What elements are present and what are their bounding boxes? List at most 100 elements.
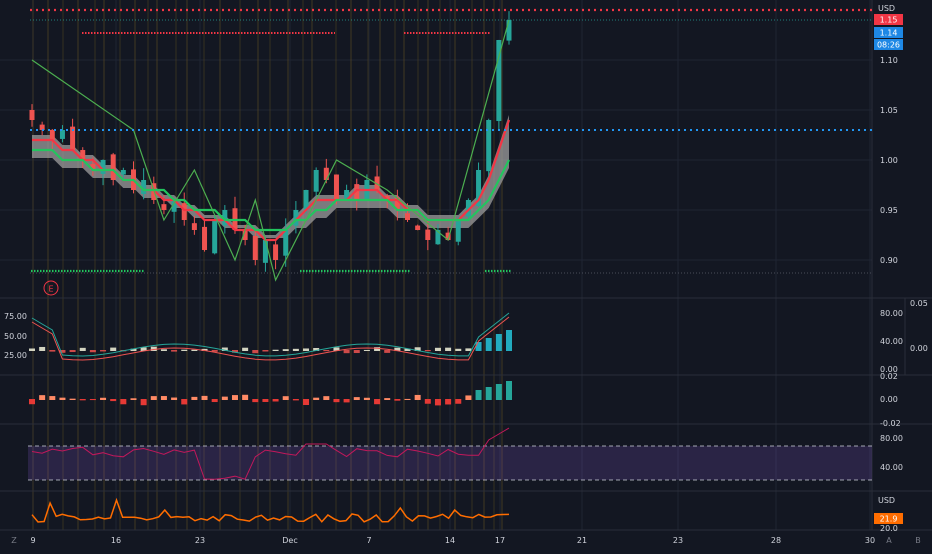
macd-bar-45 [485,387,492,400]
macd-bar-28 [313,397,320,400]
macd-bar-41 [445,399,452,405]
rsi-tick-1: 40.00 [880,463,903,472]
macd-bar-31 [343,399,350,403]
time-tick-3: Dec [282,536,297,545]
time-tick-1: 16 [111,536,121,545]
candle-body-15 [181,203,187,220]
time-tick-10: 30 [865,536,875,545]
time-tick-0: 9 [30,536,35,545]
candle-body-18 [212,220,218,254]
macd-bar-36 [394,399,401,401]
macd-bar-16 [191,396,198,400]
rsi-tick-0: 80.00 [880,434,903,443]
oscillator-bar-6 [89,350,96,353]
oscillator-bar-4 [69,350,76,353]
candle-body-37 [405,213,411,220]
oscillator-bar-23 [262,350,269,352]
oscillator-bar-13 [160,349,167,351]
candle-body-13 [161,204,167,210]
macd-bar-29 [323,396,330,400]
oscillator-bar-14 [171,350,178,352]
candle-body-2 [49,129,55,140]
macd-bar-42 [455,399,462,404]
candle-body-24 [273,244,279,260]
candle-body-3 [59,130,65,139]
macd-bar-3 [59,397,66,400]
macd-bar-47 [506,381,512,400]
oscillator-bar-1 [39,346,46,351]
macd-bar-39 [424,399,431,404]
macd-bar-46 [495,384,502,400]
candle-body-27 [303,190,309,210]
macd-bar-33 [363,397,370,400]
time-tick-6: 17 [495,536,505,545]
last-price-text: 1.14 [880,29,898,38]
oscillator-bar-44 [475,342,482,351]
oscillator-bar-47 [506,330,512,351]
price-tick-0: 1.10 [880,56,898,65]
resistance-price-badge: 1.15 [874,14,903,25]
oscillator-bar-21 [242,347,249,351]
corner-z-button[interactable]: Z [11,536,17,545]
macd-bar-26 [292,399,299,401]
macd-bar-43 [465,395,472,400]
oscillator-bar-2 [49,350,56,352]
macd-bar-13 [160,396,167,400]
macd-bar-4 [69,398,76,400]
macd-bar-6 [89,399,96,401]
oscillator-bar-45 [485,338,492,351]
oscillator-bar-29 [323,350,330,352]
time-tick-8: 23 [673,536,683,545]
osc-left-tick-0: 75.00 [4,312,27,321]
resistance-price-text: 1.15 [880,16,898,25]
macd-axis-ticks: 0.02 0.00 -0.02 [880,372,901,428]
candle-body-28 [313,170,319,192]
macd-bar-25 [282,396,289,400]
candle-body-39 [425,229,431,240]
candle-body-47 [506,20,512,41]
macd-bar-9 [120,399,127,405]
macd-bar-0 [29,399,35,405]
time-tick-7: 21 [577,536,587,545]
volatility-tick-0: 20.0 [880,524,898,533]
macd-bar-14 [171,397,178,400]
macd-bar-30 [333,399,340,403]
macd-bar-27 [303,399,310,406]
oscillator-bar-16 [191,349,198,351]
oscillator-bar-33 [363,349,370,351]
candle-body-38 [415,225,421,230]
macd-bar-35 [384,398,391,400]
candle-body-45 [486,120,492,172]
time-tick-9: 28 [771,536,781,545]
price-tick-4: 0.90 [880,256,898,265]
osc-far-tick-1: 0.00 [910,344,928,353]
oscillator-bar-41 [445,347,452,351]
oscillator-left-ticks: 75.00 50.00 25.00 [4,312,27,360]
oscillator-bar-43 [465,348,472,351]
oscillator-bar-0 [29,348,35,351]
macd-bar-18 [211,399,218,403]
macd-bar-40 [434,399,441,406]
oscillator-bar-39 [424,350,431,352]
macd-bar-24 [272,399,279,402]
macd-bar-5 [79,399,86,401]
chart-stage[interactable]: E USD 1.10 1.05 1.00 0.95 0.90 1.15 1.14 08:… [0,0,932,550]
oscillator-bar-15 [181,349,188,351]
macd-bar-34 [374,399,381,405]
macd-bar-17 [201,395,208,400]
oscillator-bar-42 [455,348,462,351]
price-tick-2: 1.00 [880,156,898,165]
earnings-event-label: E [48,285,53,294]
macd-bar-12 [150,396,157,400]
osc-right-tick-0: 80.00 [880,309,903,318]
macd-bar-23 [262,399,269,402]
volatility-axis-ticks: 20.0 [880,524,898,533]
candle-body-16 [191,223,197,230]
trading-chart-svg[interactable]: E USD 1.10 1.05 1.00 0.95 0.90 1.15 1.14 08:… [0,0,932,550]
oscillator-bar-7 [100,350,107,352]
volatility-last-value: 21.9 [880,515,898,524]
macd-bar-2 [49,396,56,400]
log-scale-button[interactable]: B [915,536,921,545]
auto-scale-button[interactable]: A [886,536,892,545]
oscillator-bar-46 [495,334,502,351]
